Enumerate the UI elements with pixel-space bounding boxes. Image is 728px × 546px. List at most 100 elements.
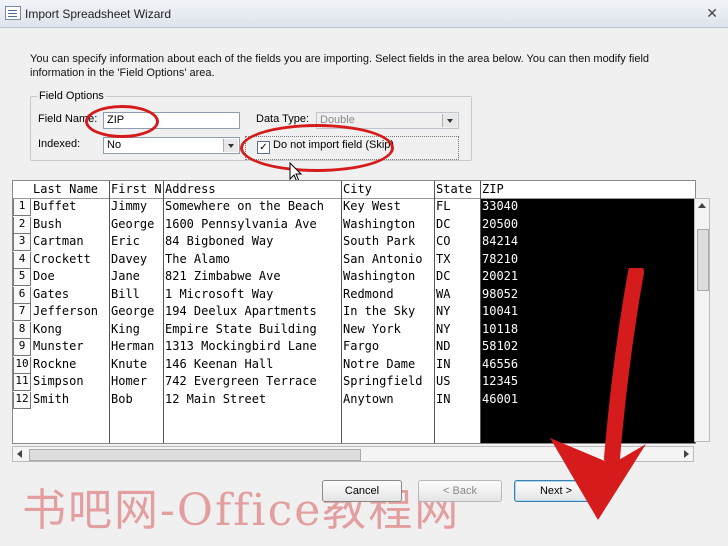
scroll-right-icon[interactable] (684, 450, 689, 458)
cell-address: 821 Zimbabwe Ave (165, 269, 281, 283)
cell-last-name: Jefferson (33, 304, 99, 318)
data-type-label: Data Type: (256, 113, 309, 125)
annotation-oval-field-name (85, 105, 159, 138)
cell-city: Key West (343, 199, 401, 213)
cell-address: The Alamo (165, 251, 231, 266)
cell-city: South Park (343, 234, 416, 248)
cell-state: NY (436, 304, 451, 318)
row-number[interactable]: 10 (13, 356, 31, 374)
cell-city: New York (343, 321, 401, 336)
row-number[interactable]: 4 (13, 251, 31, 269)
cell-address: 1313 Mockingbird Lane (165, 339, 317, 353)
row-number[interactable]: 8 (13, 321, 31, 339)
cell-last-name: Crockett (33, 251, 91, 266)
cell-address: 742 Evergreen Terrace (165, 374, 317, 388)
cell-last-name: Doe (33, 269, 55, 283)
cell-address: 1600 Pennsylvania Ave (165, 216, 317, 231)
annotation-oval-skip (240, 124, 394, 172)
cell-first-name: King (111, 321, 140, 336)
col-header-address[interactable]: Address (165, 182, 341, 196)
app-icon (5, 6, 21, 20)
cell-first-name: Davey (111, 251, 148, 266)
cell-first-name: Homer (111, 374, 148, 388)
scroll-thumb[interactable] (29, 449, 361, 461)
cell-last-name: Rockne (33, 356, 77, 371)
cell-last-name: Buffet (33, 199, 77, 213)
row-number[interactable]: 3 (13, 234, 31, 251)
close-icon[interactable]: ✕ (706, 5, 718, 22)
row-number[interactable]: 5 (13, 269, 31, 286)
cell-last-name: Kong (33, 321, 62, 336)
cell-first-name: Jane (111, 269, 140, 283)
row-number[interactable]: 11 (13, 374, 31, 391)
cell-zip: 84214 (482, 234, 519, 248)
cell-address: 12 Main Street (165, 391, 267, 406)
cell-state: FL (436, 199, 451, 213)
cell-address: 194 Deelux Apartments (165, 304, 317, 318)
chevron-down-icon (442, 114, 457, 127)
cell-first-name: Eric (111, 234, 140, 248)
cell-first-name: Bill (111, 286, 140, 301)
cell-zip: 33040 (482, 199, 519, 213)
cell-state: IN (436, 356, 451, 371)
scroll-left-icon[interactable] (17, 450, 22, 458)
grid-header-row: Last Name First N Address City State ZIP (13, 181, 695, 199)
scroll-thumb[interactable] (697, 229, 709, 291)
col-header-state[interactable]: State (436, 182, 480, 196)
red-arrow-annotation (550, 268, 646, 520)
field-options-legend: Field Options (37, 90, 106, 102)
cell-city: Washington (343, 216, 416, 231)
cell-address: 84 Bigboned Way (165, 234, 274, 248)
cell-address: Somewhere on the Beach (165, 199, 324, 213)
cell-city: Springfield (343, 374, 423, 388)
row-number[interactable]: 12 (13, 391, 31, 409)
cell-state: DC (436, 216, 451, 231)
indexed-select[interactable]: No (103, 137, 240, 154)
col-header-first-name[interactable]: First N (111, 182, 163, 196)
cell-last-name: Gates (33, 286, 70, 301)
cell-first-name: George (111, 216, 155, 231)
instructions-text: You can specify information about each o… (30, 53, 650, 79)
cell-state: ND (436, 339, 451, 353)
cell-state: WA (436, 286, 451, 301)
cell-first-name: Knute (111, 356, 148, 371)
back-button[interactable]: < Back (418, 480, 502, 502)
cell-city: San Antonio (343, 251, 423, 266)
cell-address: 146 Keenan Hall (165, 356, 274, 371)
chevron-down-icon (223, 139, 238, 152)
col-header-city[interactable]: City (343, 182, 433, 196)
cell-address: 1 Microsoft Way (165, 286, 274, 301)
cell-last-name: Cartman (33, 234, 84, 248)
cell-address: Empire State Building (165, 321, 317, 336)
cell-state: CO (436, 234, 451, 248)
row-number[interactable]: 6 (13, 286, 31, 304)
cancel-button[interactable]: Cancel (322, 480, 402, 502)
cell-last-name: Smith (33, 391, 70, 406)
table-row[interactable]: 3 Cartman Eric 84 Bigboned Way South Park CO 8… (13, 234, 695, 252)
cell-first-name: Bob (111, 391, 133, 406)
table-row[interactable]: 1 Buffet Jimmy Somewhere on the Beach Key We… (13, 199, 695, 217)
indexed-value: No (107, 139, 122, 151)
cell-zip: 78210 (482, 251, 519, 266)
cell-city: Fargo (343, 339, 380, 353)
cell-state: US (436, 374, 451, 388)
table-row[interactable]: 4 Crockett Davey The Alamo San Antonio TX 7821… (13, 251, 695, 270)
cell-city: Anytown (343, 391, 394, 406)
row-number[interactable]: 2 (13, 216, 31, 234)
scroll-up-icon[interactable] (697, 201, 707, 211)
cell-state: DC (436, 269, 451, 283)
row-number[interactable]: 7 (13, 304, 31, 321)
vertical-scrollbar[interactable] (694, 198, 710, 442)
window-title: Import Spreadsheet Wizard (25, 7, 172, 21)
table-row[interactable]: 2 Bush George 1600 Pennsylvania Ave Washingt… (13, 216, 695, 235)
cell-city: Notre Dame (343, 356, 416, 371)
cell-city: Washington (343, 269, 416, 283)
cell-city: Redmond (343, 286, 394, 301)
row-number[interactable]: 9 (13, 339, 31, 356)
row-number[interactable]: 1 (13, 199, 31, 216)
col-header-zip[interactable]: ZIP (482, 182, 682, 196)
cell-first-name: Jimmy (111, 199, 148, 213)
cell-state: NY (436, 321, 451, 336)
col-header-last-name[interactable]: Last Name (33, 182, 109, 196)
cell-state: IN (436, 391, 451, 406)
